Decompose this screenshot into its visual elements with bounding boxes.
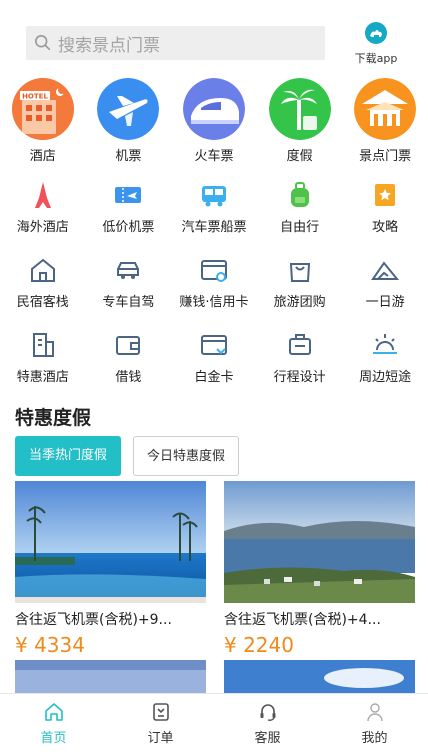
category-label: 景点门票	[359, 149, 412, 164]
cheap-ticket-icon	[115, 187, 142, 203]
train-icon	[182, 78, 245, 140]
grid-item[interactable]: 民宿客栈	[0, 255, 86, 330]
grid-item-label: 海外酒店	[16, 220, 69, 235]
grid-row: 特惠酒店 借钱 白金卡 行程设计 周边短途	[0, 330, 428, 405]
grid-item-label: 旅游团购	[273, 295, 326, 310]
home-icon	[44, 703, 63, 721]
grid-item[interactable]: 特惠酒店	[0, 330, 86, 405]
homestay-icon	[30, 258, 55, 282]
grid-item-label: 赚钱·信用卡	[179, 295, 249, 310]
category-hotel[interactable]: HOTEL 酒店	[0, 78, 86, 164]
search-bar[interactable]: 搜索景点门票	[26, 26, 325, 60]
download-app-label: 下载app	[354, 52, 398, 65]
grid-item[interactable]: 行程设计	[257, 330, 343, 405]
card-title: 含往返飞机票(含税)+4...	[224, 612, 381, 628]
grid-item-label: 汽车票船票	[181, 220, 247, 235]
grid-item-label: 民宿客栈	[16, 295, 69, 310]
grid-item[interactable]: 专车自驾	[86, 255, 172, 330]
category-label: 机票	[115, 149, 142, 164]
airplane-icon	[97, 78, 160, 140]
card-title: 含往返飞机票(含税)+9...	[15, 612, 172, 628]
tab-daily-deals[interactable]: 今日特惠度假	[133, 436, 239, 476]
grid-item-label: 低价机票	[102, 220, 155, 235]
nav-home[interactable]: 首页	[0, 694, 107, 756]
camel-logo-icon	[365, 22, 387, 44]
tab-seasonal-vacation[interactable]: 当季热门度假	[15, 436, 121, 476]
grid-item-label: 周边短途	[359, 370, 412, 385]
nav-mine[interactable]: 我的	[321, 694, 428, 756]
headset-icon	[260, 704, 275, 721]
grid-item[interactable]: 汽车票船票	[171, 180, 257, 255]
grid-row: 海外酒店 低价机票 汽车票船票 自由行 攻略	[0, 180, 428, 255]
platinum-card-icon	[200, 335, 227, 355]
category-train[interactable]: 火车票	[171, 78, 257, 164]
vacation-card[interactable]: 含往返飞机票(含税)+4... ¥ 2240	[224, 481, 415, 657]
backpack-icon	[290, 182, 309, 207]
category-vacation[interactable]: 度假	[257, 78, 343, 164]
category-label: 火车票	[194, 149, 234, 164]
vacation-icon	[268, 78, 331, 140]
search-placeholder: 搜索景点门票	[58, 35, 160, 56]
grid-item-label: 行程设计	[273, 370, 326, 385]
category-label: 酒店	[29, 149, 56, 164]
hotel-icon: HOTEL	[11, 78, 74, 140]
nav-label: 订单	[147, 731, 174, 746]
vacation-card[interactable]: 含往返飞机票(含税)+9... ¥ 4334	[15, 481, 206, 657]
grid-item[interactable]: 周边短途	[342, 330, 428, 405]
section-title: 特惠度假	[15, 407, 92, 429]
user-icon	[366, 703, 383, 722]
category-attraction[interactable]: 景点门票	[342, 78, 428, 164]
grid-item-label: 攻略	[372, 220, 399, 235]
grid-item[interactable]: 自由行	[257, 180, 343, 255]
credit-card-icon	[200, 260, 227, 282]
grid-item-label: 白金卡	[194, 370, 234, 385]
eiffel-tower-icon	[34, 182, 51, 208]
grid-item-label: 自由行	[280, 220, 320, 235]
order-icon	[152, 703, 169, 721]
grid-item[interactable]: 赚钱·信用卡	[171, 255, 257, 330]
nav-label: 客服	[254, 731, 281, 746]
nav-label: 我的	[361, 731, 388, 746]
bus-icon	[201, 186, 226, 207]
main-category-row: HOTEL 酒店 机票 火车票 度假 景点门票	[0, 78, 428, 164]
grid-item-label: 一日游	[365, 295, 405, 310]
nav-service[interactable]: 客服	[214, 694, 321, 756]
building-icon	[32, 333, 54, 357]
header: 搜索景点门票 下载app	[0, 0, 428, 72]
svg-text:HOTEL: HOTEL	[22, 93, 48, 101]
section-tabs: 当季热门度假 今日特惠度假	[15, 436, 239, 476]
shopping-bag-icon	[289, 263, 310, 282]
grid-item[interactable]: 借钱	[86, 330, 172, 405]
attraction-icon	[354, 78, 417, 140]
lake-town-image	[224, 481, 415, 603]
grid-item[interactable]: 白金卡	[171, 330, 257, 405]
card-price: ¥ 2240	[224, 633, 294, 657]
grid-item[interactable]: 一日游	[342, 255, 428, 330]
guide-icon	[375, 184, 396, 206]
grid-item-label: 专车自驾	[102, 295, 155, 310]
grid-item[interactable]: 海外酒店	[0, 180, 86, 255]
grid-item[interactable]: 低价机票	[86, 180, 172, 255]
nav-label: 首页	[40, 731, 67, 746]
grid-row: 民宿客栈 专车自驾 赚钱·信用卡 旅游团购 一日游	[0, 255, 428, 330]
car-icon	[117, 262, 140, 279]
category-label: 度假	[286, 149, 313, 164]
wallet-icon	[116, 336, 141, 355]
nav-orders[interactable]: 订单	[107, 694, 214, 756]
card-price: ¥ 4334	[15, 633, 85, 657]
grid-item-label: 借钱	[115, 370, 142, 385]
grid-item[interactable]: 旅游团购	[257, 255, 343, 330]
mountain-icon	[371, 261, 400, 280]
beach-resort-image	[15, 481, 206, 603]
search-icon	[34, 34, 51, 51]
category-flight[interactable]: 机票	[86, 78, 172, 164]
bottom-nav: 首页 订单 客服 我的	[0, 693, 428, 756]
grid-item-label: 特惠酒店	[16, 370, 69, 385]
grid-item[interactable]: 攻略	[342, 180, 428, 255]
sub-category-grid: 海外酒店 低价机票 汽车票船票 自由行 攻略 民宿客栈 专车自驾 赚钱·信用卡 …	[0, 180, 428, 405]
sunrise-icon	[373, 334, 398, 354]
vacation-card-list: 含往返飞机票(含税)+9... ¥ 4334 含往返飞机票(含税)+4... ¥…	[15, 481, 415, 657]
download-app-button[interactable]: 下载app	[348, 22, 404, 66]
luggage-icon	[288, 334, 311, 355]
